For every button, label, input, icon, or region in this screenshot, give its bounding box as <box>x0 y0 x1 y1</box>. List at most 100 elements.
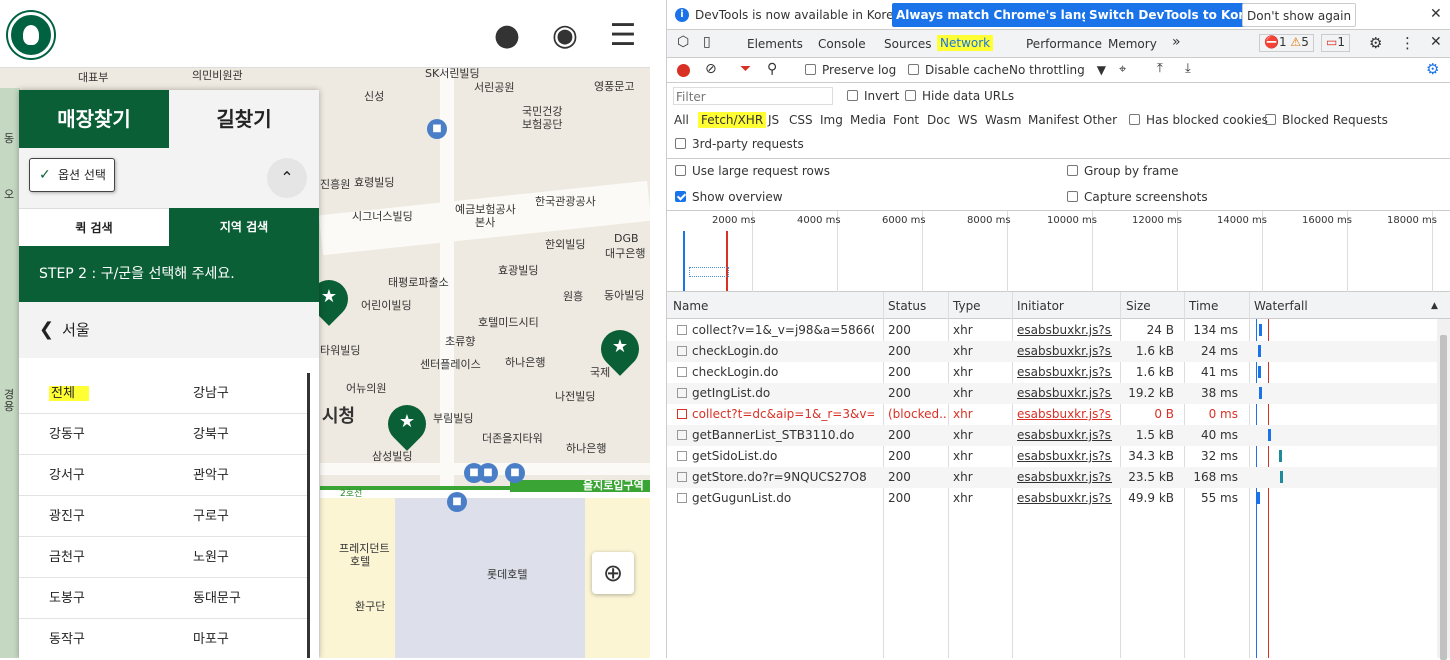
request-initiator[interactable]: esabsbuxkr.js?si... <box>1017 386 1112 400</box>
district-item[interactable]: 동대문구 <box>163 578 307 618</box>
district-item[interactable]: 전체 <box>19 373 163 413</box>
request-initiator[interactable]: esabsbuxkr.js?si... <box>1017 407 1112 421</box>
has-blocked-cookies-checkbox[interactable]: Has blocked cookies <box>1129 113 1268 127</box>
request-initiator[interactable]: esabsbuxkr.js?si... <box>1017 470 1112 484</box>
sort-triangle-icon[interactable]: ▲ <box>1431 301 1438 311</box>
tab-store-finder[interactable]: 매장찾기 <box>19 90 169 148</box>
store-marker[interactable]: ★ <box>380 397 434 455</box>
district-item[interactable]: 노원구 <box>163 537 307 577</box>
request-row[interactable]: getIngList.do 200 xhr esabsbuxkr.js?si... 19… <box>667 383 1437 404</box>
close-icon[interactable]: ✕ <box>1430 6 1442 22</box>
request-initiator[interactable]: esabsbuxkr.js?si... <box>1017 344 1112 358</box>
tab-performance[interactable]: Performance <box>1026 37 1102 51</box>
download-icon[interactable]: ⤓ <box>1185 61 1191 76</box>
col-type[interactable]: Type <box>953 299 981 313</box>
back-to-city-button[interactable]: ❮ 서울 <box>19 302 319 358</box>
type-filter-all[interactable]: All <box>674 113 689 127</box>
type-filter-css[interactable]: CSS <box>789 113 813 127</box>
type-filter-other[interactable]: Other <box>1083 113 1117 127</box>
close-devtools-icon[interactable]: ✕ <box>1430 34 1442 50</box>
type-filter-img[interactable]: Img <box>820 113 843 127</box>
third-party-checkbox[interactable]: 3rd-party requests <box>675 137 804 151</box>
clear-icon[interactable]: ⊘ <box>705 61 717 77</box>
throttling-select[interactable]: No throttling ▼ <box>1009 63 1106 77</box>
blocked-requests-checkbox[interactable]: Blocked Requests <box>1265 113 1388 127</box>
tab-directions[interactable]: 길찾기 <box>169 90 319 148</box>
option-select-button[interactable]: ✓ 옵션 선택 <box>29 158 115 192</box>
type-filter-wasm[interactable]: Wasm <box>985 113 1021 127</box>
hide-data-urls-checkbox[interactable]: Hide data URLs <box>905 89 1014 103</box>
bus-stop-icon[interactable]: ■ <box>505 463 525 483</box>
district-item[interactable]: 강남구 <box>163 373 307 413</box>
request-initiator[interactable]: esabsbuxkr.js?si... <box>1017 365 1112 379</box>
network-settings-icon[interactable]: ⚙ <box>1426 60 1439 78</box>
network-overview-timeline[interactable]: 2000 ms 4000 ms 6000 ms 8000 ms 10000 ms… <box>667 211 1450 292</box>
more-tabs-icon[interactable]: » <box>1172 34 1181 50</box>
type-filter-fetch-xhr[interactable]: Fetch/XHR <box>698 112 767 128</box>
type-filter-font[interactable]: Font <box>893 113 919 127</box>
issues-counter[interactable]: ⛔1 ⚠5 <box>1259 34 1314 52</box>
scrollbar-thumb[interactable] <box>1440 335 1447 660</box>
district-item[interactable]: 광진구 <box>19 496 163 536</box>
district-item[interactable]: 동작구 <box>19 619 163 658</box>
col-waterfall[interactable]: Waterfall <box>1254 299 1308 313</box>
inspect-icon[interactable]: ⬡ <box>677 34 689 50</box>
request-row[interactable]: getSidoList.do 200 xhr esabsbuxkr.js?si... 3… <box>667 446 1437 467</box>
dont-show-again-button[interactable]: Don't show again <box>1242 3 1357 27</box>
district-item[interactable]: 마포구 <box>163 619 307 658</box>
store-marker[interactable]: ★ <box>593 322 647 380</box>
type-filter-media[interactable]: Media <box>850 113 886 127</box>
record-icon[interactable] <box>677 64 690 77</box>
show-overview-checkbox[interactable]: Show overview <box>675 190 783 204</box>
tab-console[interactable]: Console <box>818 37 866 51</box>
user-icon[interactable]: ● <box>489 18 525 54</box>
col-size[interactable]: Size <box>1126 299 1151 313</box>
district-item[interactable]: 도봉구 <box>19 578 163 618</box>
type-filter-js[interactable]: JS <box>768 113 779 127</box>
request-row[interactable]: checkLogin.do 200 xhr esabsbuxkr.js?si... 1.… <box>667 362 1437 383</box>
device-toggle-icon[interactable]: ▯ <box>703 34 711 50</box>
bus-stop-icon[interactable]: ■ <box>427 119 447 139</box>
district-list-scrollbar[interactable] <box>307 373 310 658</box>
district-item[interactable]: 관악구 <box>163 455 307 495</box>
tab-area-search[interactable]: 지역 검색 <box>169 208 319 246</box>
type-filter-manifest[interactable]: Manifest <box>1028 113 1079 127</box>
search-icon[interactable]: ⚲ <box>767 61 777 77</box>
large-rows-checkbox[interactable]: Use large request rows <box>675 164 830 178</box>
tab-network[interactable]: Network <box>937 35 994 51</box>
group-by-frame-checkbox[interactable]: Group by frame <box>1067 164 1178 178</box>
invert-checkbox[interactable]: Invert <box>847 89 899 103</box>
district-item[interactable]: 강서구 <box>19 455 163 495</box>
starbucks-logo[interactable] <box>8 12 54 58</box>
filter-funnel-icon[interactable]: ⏷ <box>740 61 751 77</box>
issue-badge[interactable]: ▭1 <box>1321 34 1350 52</box>
request-row[interactable]: getBannerList_STB3110.do 200 xhr esabsbuxkr… <box>667 425 1437 446</box>
upload-icon[interactable]: ⤒ <box>1157 61 1163 76</box>
capture-screenshots-checkbox[interactable]: Capture screenshots <box>1067 190 1208 204</box>
requests-scrollbar[interactable] <box>1437 319 1450 660</box>
district-item[interactable]: 강동구 <box>19 414 163 454</box>
district-item[interactable]: 구로구 <box>163 496 307 536</box>
col-initiator[interactable]: Initiator <box>1017 299 1064 313</box>
request-row[interactable]: collect?t=dc&aip=1&_r=3&v=1... (blocked..… <box>667 404 1437 425</box>
request-row[interactable]: collect?v=1&_v=j98&a=5866072... 200 xhr esa… <box>667 320 1437 341</box>
col-name[interactable]: Name <box>673 299 708 313</box>
district-item[interactable]: 금천구 <box>19 537 163 577</box>
bus-stop-icon[interactable]: ■ <box>478 463 498 483</box>
current-location-button[interactable]: ⊕ <box>592 552 634 594</box>
request-initiator[interactable]: esabsbuxkr.js?si... <box>1017 491 1112 505</box>
tab-sources[interactable]: Sources <box>884 37 931 51</box>
disable-cache-checkbox[interactable]: Disable cache <box>908 63 1009 77</box>
pane-divider[interactable] <box>650 0 667 658</box>
tab-quick-search[interactable]: 퀵 검색 <box>19 208 169 246</box>
request-row[interactable]: getStore.do?r=9NQUCS27O8 200 xhr esabsbuxkr… <box>667 467 1437 488</box>
tab-elements[interactable]: Elements <box>747 37 803 51</box>
tab-memory[interactable]: Memory <box>1108 37 1157 51</box>
collapse-button[interactable]: ⌃ <box>267 158 307 198</box>
request-initiator[interactable]: esabsbuxkr.js?si... <box>1017 428 1112 442</box>
bus-stop-icon[interactable]: ■ <box>447 492 467 512</box>
col-status[interactable]: Status <box>888 299 926 313</box>
location-pin-icon[interactable]: ◉ <box>547 18 583 54</box>
request-row[interactable]: checkLogin.do 200 xhr esabsbuxkr.js?si... 1.… <box>667 341 1437 362</box>
request-initiator[interactable]: esabsbuxkr.js?si... <box>1017 449 1112 463</box>
